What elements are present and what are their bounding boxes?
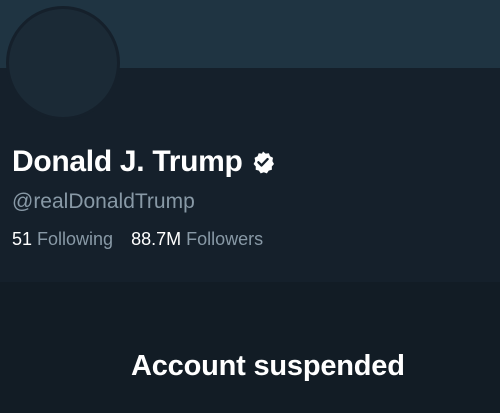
profile-handle: @realDonaldTrump bbox=[12, 190, 195, 213]
followers-stat[interactable]: 88.7M Followers bbox=[131, 229, 263, 250]
suspended-panel bbox=[0, 282, 500, 413]
profile-stats: 51 Following 88.7M Followers bbox=[12, 229, 263, 250]
followers-label: Followers bbox=[186, 229, 264, 249]
followers-count: 88.7M bbox=[131, 229, 182, 249]
following-stat[interactable]: 51 Following bbox=[12, 229, 113, 250]
account-suspended-message: Account suspended bbox=[131, 350, 405, 382]
following-label: Following bbox=[37, 229, 114, 249]
avatar[interactable] bbox=[6, 6, 120, 120]
profile-name-row: Donald J. Trump bbox=[12, 145, 275, 179]
following-count: 51 bbox=[12, 229, 33, 249]
verified-badge-icon bbox=[251, 150, 275, 174]
display-name: Donald J. Trump bbox=[12, 145, 243, 178]
